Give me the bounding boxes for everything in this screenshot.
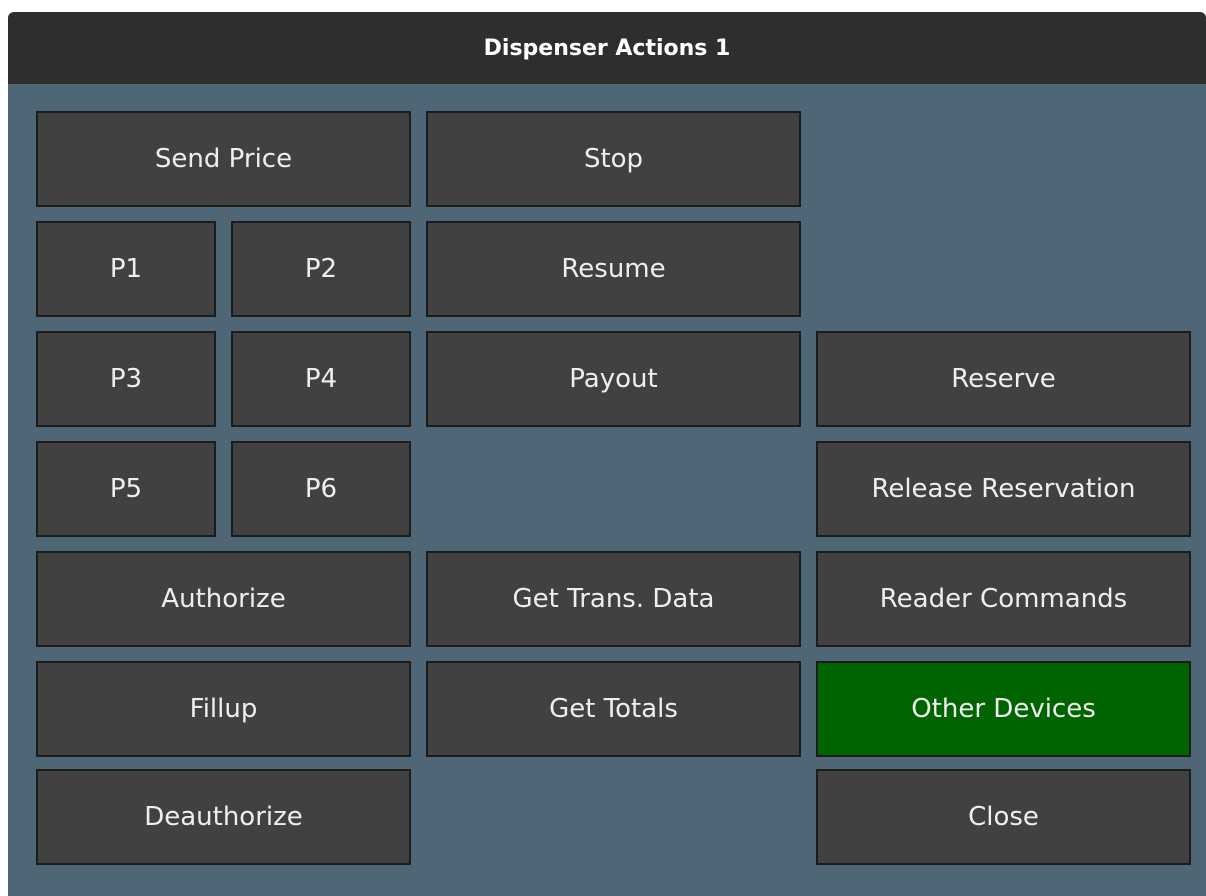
fillup-button[interactable]: Fillup — [36, 661, 411, 757]
p2-button[interactable]: P2 — [231, 221, 411, 317]
get-totals-button[interactable]: Get Totals — [426, 661, 801, 757]
payout-button[interactable]: Payout — [426, 331, 801, 427]
p6-button[interactable]: P6 — [231, 441, 411, 537]
reader-commands-button[interactable]: Reader Commands — [816, 551, 1191, 647]
p5-button[interactable]: P5 — [36, 441, 216, 537]
resume-button[interactable]: Resume — [426, 221, 801, 317]
dialog-title: Dispenser Actions 1 — [8, 12, 1206, 84]
release-reservation-button[interactable]: Release Reservation — [816, 441, 1191, 537]
get-trans-data-button[interactable]: Get Trans. Data — [426, 551, 801, 647]
authorize-button[interactable]: Authorize — [36, 551, 411, 647]
send-price-button[interactable]: Send Price — [36, 111, 411, 207]
p1-button[interactable]: P1 — [36, 221, 216, 317]
stop-button[interactable]: Stop — [426, 111, 801, 207]
close-button[interactable]: Close — [816, 769, 1191, 865]
dispenser-actions-dialog: Dispenser Actions 1 Send Price Stop P1 P… — [8, 12, 1206, 896]
reserve-button[interactable]: Reserve — [816, 331, 1191, 427]
deauthorize-button[interactable]: Deauthorize — [36, 769, 411, 865]
p4-button[interactable]: P4 — [231, 331, 411, 427]
other-devices-button[interactable]: Other Devices — [816, 661, 1191, 757]
p3-button[interactable]: P3 — [36, 331, 216, 427]
